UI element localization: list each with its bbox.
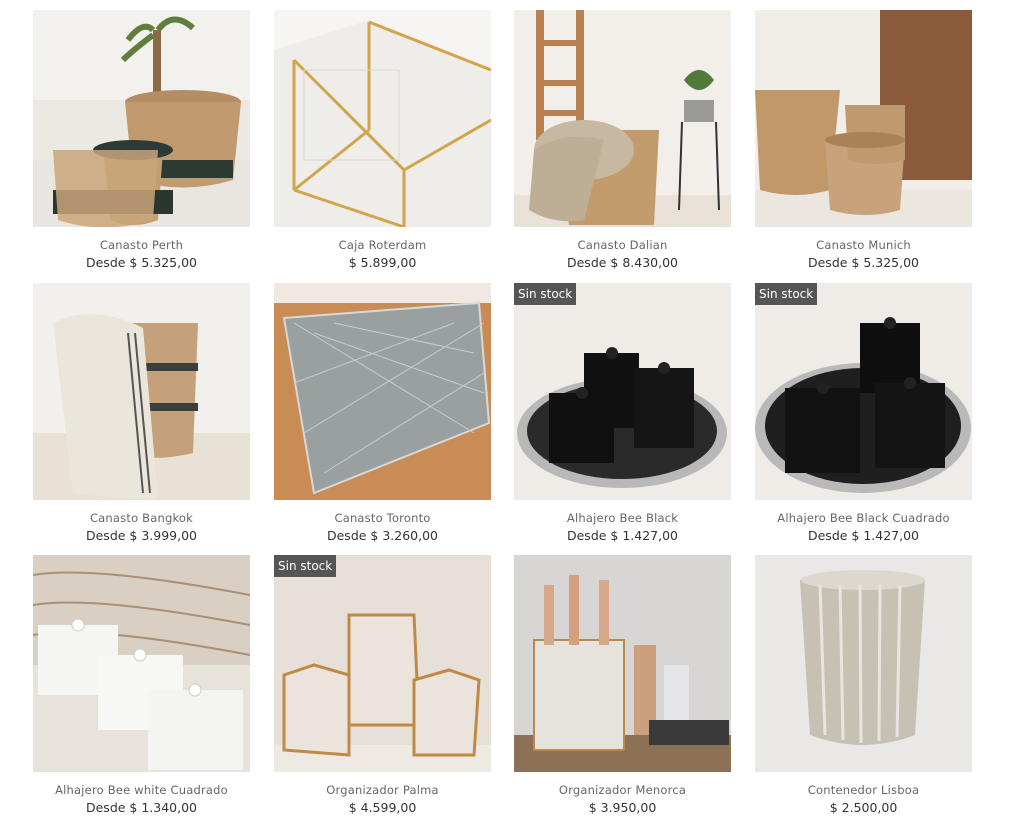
product-name[interactable]: Organizador Menorca [514,783,731,797]
product-card[interactable]: Sin stock Organizador Palma $ 4.599,00 [274,555,491,815]
product-price: Desde $ 8.430,00 [566,255,679,270]
out-of-stock-badge: Sin stock [514,283,577,305]
product-card[interactable]: Alhajero Bee white Cuadrado Desde $ 1.34… [33,555,250,815]
product-card[interactable]: Sin stock Alhajero Bee Black Cuadrado De… [755,283,972,543]
product-card[interactable]: Canasto Dalian Desde $ 8.430,00 [514,10,731,270]
product-name[interactable]: Organizador Palma [274,783,491,797]
product-card[interactable]: Contenedor Lisboa $ 2.500,00 [755,555,972,815]
product-image[interactable]: Sin stock [274,555,491,772]
product-name[interactable]: Alhajero Bee white Cuadrado [33,783,250,797]
product-price: $ 2.500,00 [829,800,898,815]
product-price: Desde $ 5.325,00 [807,255,920,270]
baskets-photo-icon [755,10,972,227]
product-price: Desde $ 3.999,00 [85,528,198,543]
product-card[interactable]: Sin stock Alhajero Bee Black Desde $ 1.4… [514,283,731,543]
product-image[interactable] [514,10,731,227]
product-card[interactable]: Canasto Munich Desde $ 5.325,00 [755,10,972,270]
product-name[interactable]: Canasto Toronto [274,511,491,525]
product-price: Desde $ 1.427,00 [807,528,920,543]
product-price: Desde $ 3.260,00 [326,528,439,543]
product-image[interactable] [33,10,250,227]
product-image[interactable] [514,555,731,772]
product-image[interactable]: Sin stock [755,283,972,500]
product-name[interactable]: Canasto Bangkok [33,511,250,525]
product-image[interactable]: Sin stock [514,283,731,500]
product-price: $ 5.899,00 [348,255,417,270]
product-price: Desde $ 1.340,00 [85,800,198,815]
product-card[interactable]: Organizador Menorca $ 3.950,00 [514,555,731,815]
product-name[interactable]: Canasto Dalian [514,238,731,252]
wire-basket-photo-icon [274,283,491,500]
out-of-stock-badge: Sin stock [755,283,818,305]
product-image[interactable] [755,555,972,772]
glass-container-photo-icon [755,555,972,772]
basket-towel-photo-icon [33,283,250,500]
basket-ladder-photo-icon [514,10,731,227]
product-image[interactable] [33,283,250,500]
black-square-boxes-photo-icon [755,283,972,500]
out-of-stock-badge: Sin stock [274,555,337,577]
product-card[interactable]: Canasto Toronto Desde $ 3.260,00 [274,283,491,543]
black-jewelry-boxes-photo-icon [514,283,731,500]
product-card[interactable]: Caja Roterdam $ 5.899,00 [274,10,491,270]
product-card[interactable]: Canasto Bangkok Desde $ 3.999,00 [33,283,250,543]
product-image[interactable] [274,283,491,500]
product-price: $ 4.599,00 [348,800,417,815]
product-grid: Canasto Perth Desde $ 5.325,00 Caja Rote… [0,0,1010,833]
product-name[interactable]: Canasto Munich [755,238,972,252]
product-name[interactable]: Alhajero Bee Black Cuadrado [755,511,972,525]
product-price: Desde $ 5.325,00 [85,255,198,270]
product-name[interactable]: Contenedor Lisboa [755,783,972,797]
product-name[interactable]: Alhajero Bee Black [514,511,731,525]
product-card[interactable]: Canasto Perth Desde $ 5.325,00 [33,10,250,270]
glass-box-photo-icon [274,10,491,227]
product-price: Desde $ 1.427,00 [566,528,679,543]
makeup-organizer-photo-icon [514,555,731,772]
product-image[interactable] [274,10,491,227]
product-image[interactable] [33,555,250,772]
white-boxes-photo-icon [33,555,250,772]
product-price: $ 3.950,00 [588,800,657,815]
product-name[interactable]: Canasto Perth [33,238,250,252]
product-name[interactable]: Caja Roterdam [274,238,491,252]
product-image[interactable] [755,10,972,227]
basket-photo-icon [33,10,250,227]
glass-organizer-photo-icon [274,555,491,772]
